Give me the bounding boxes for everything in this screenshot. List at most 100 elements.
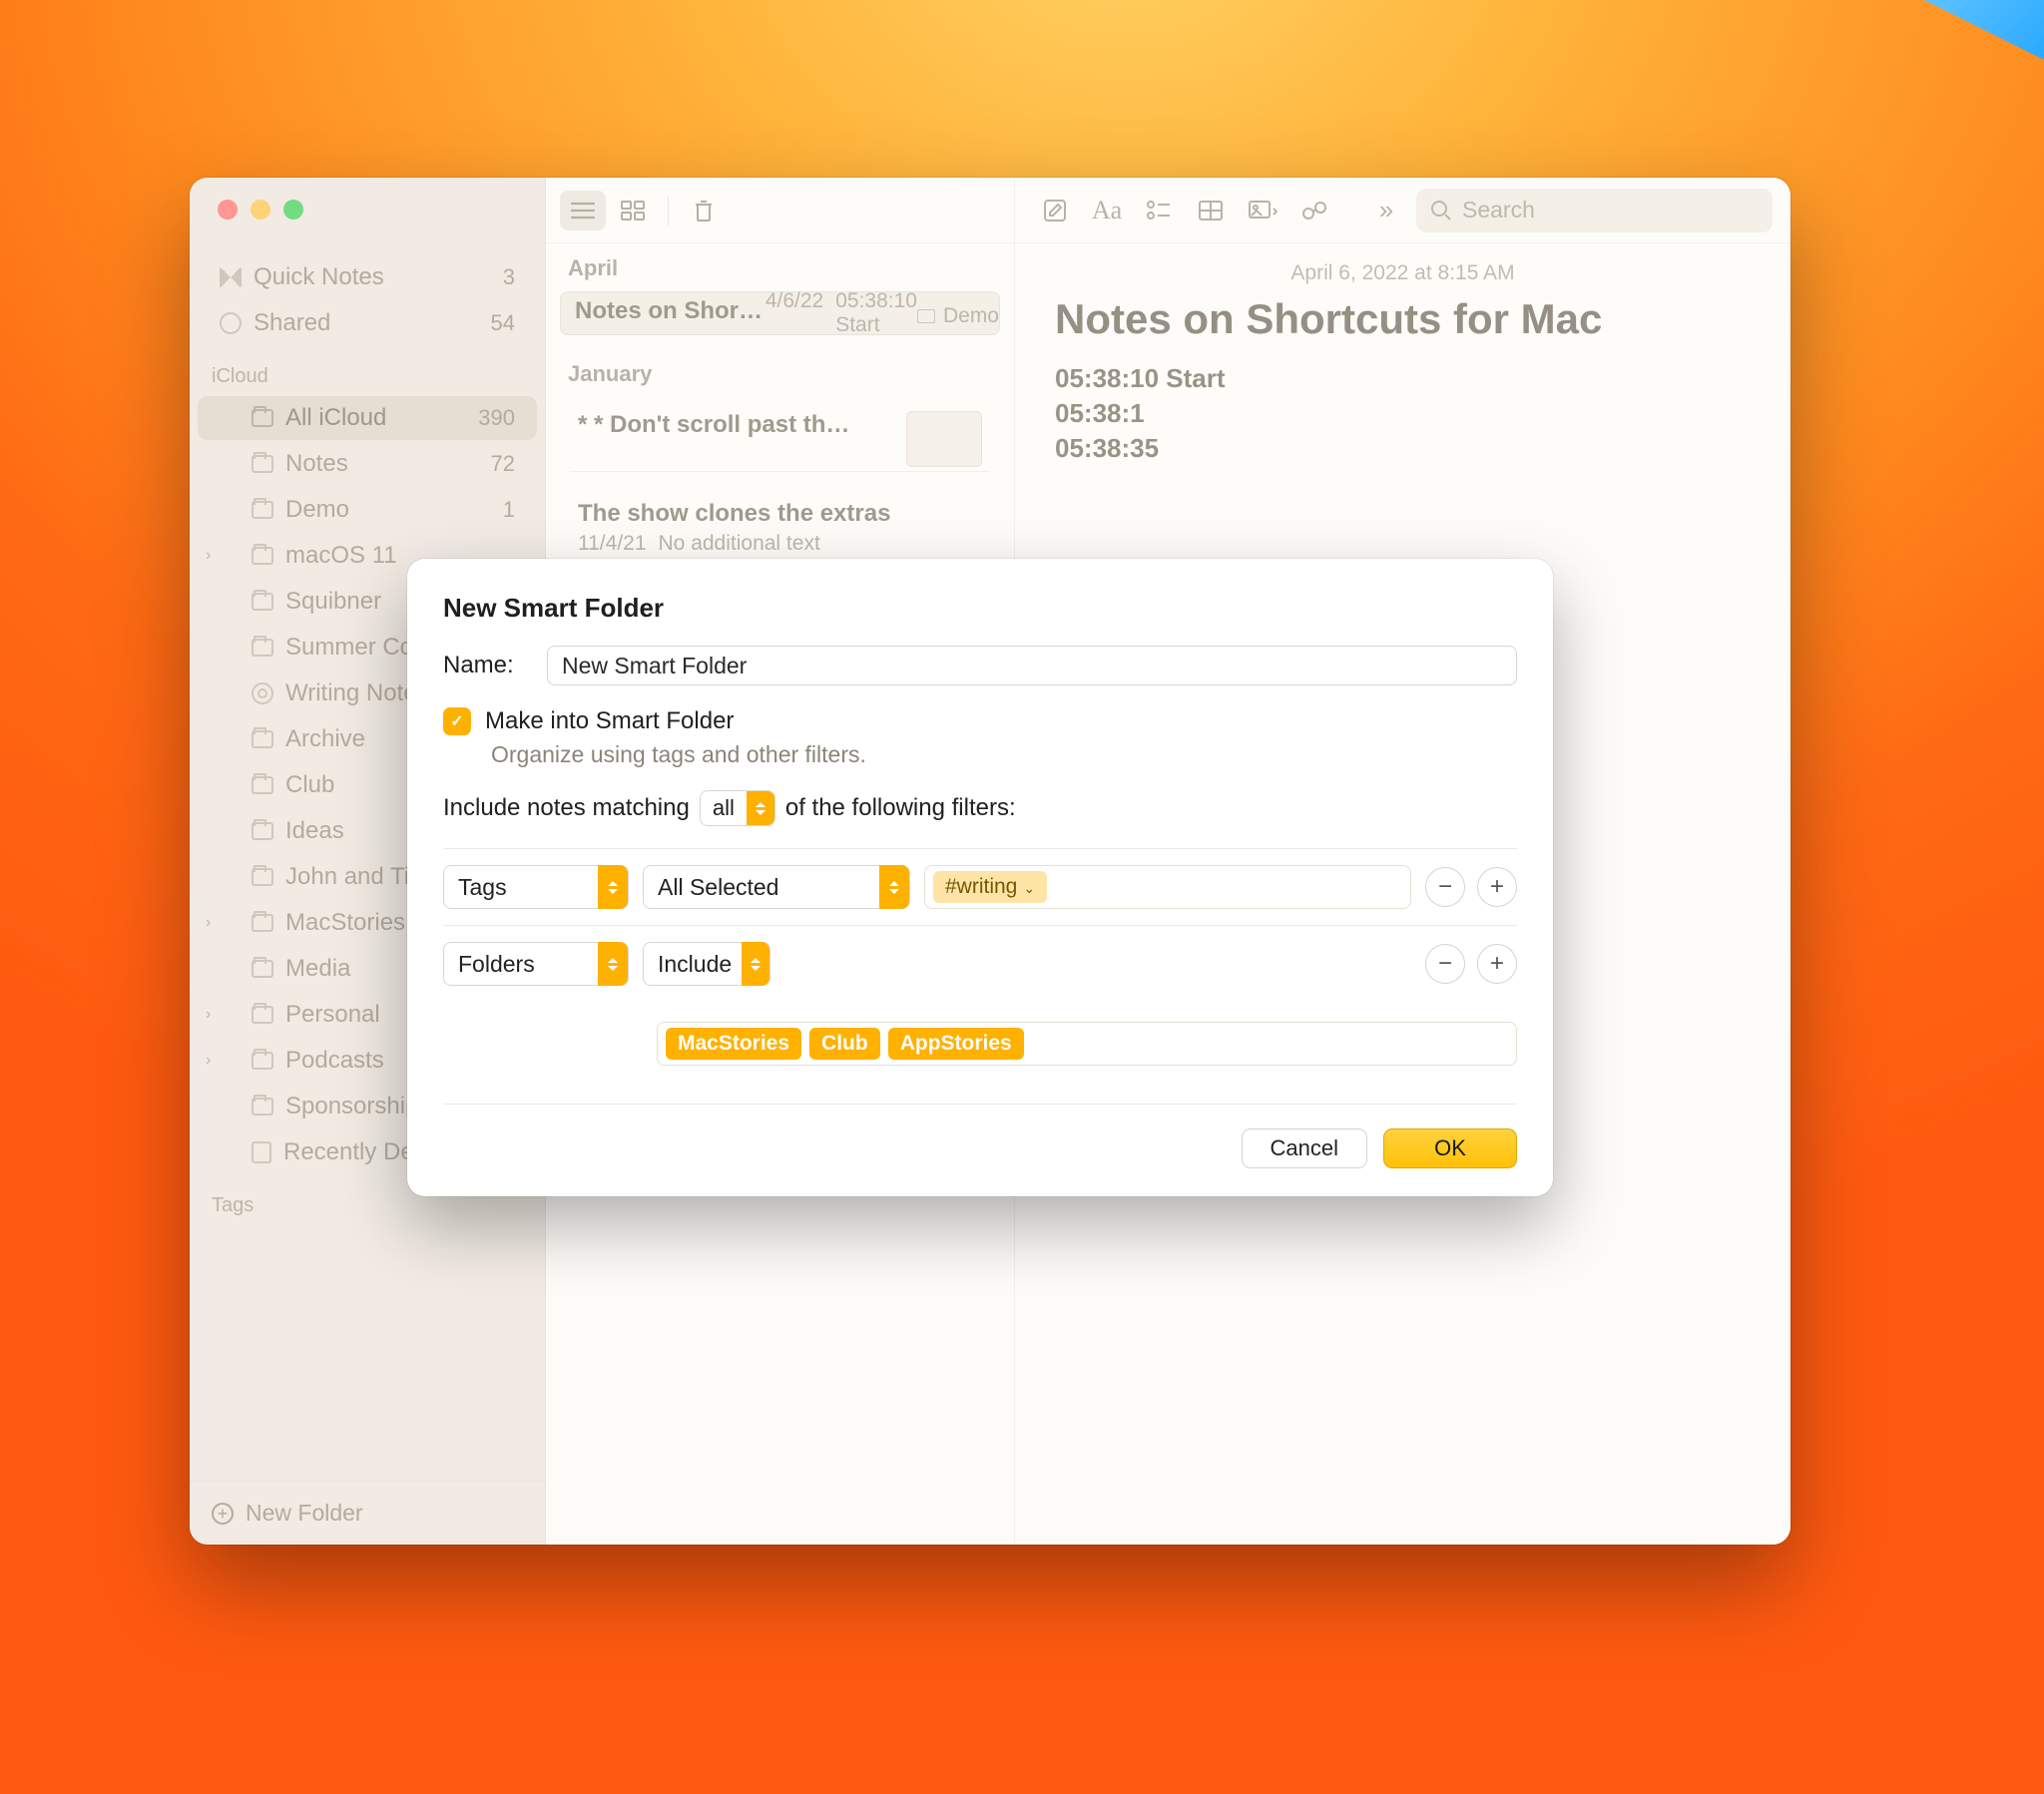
label: Quick Notes — [254, 263, 384, 291]
label: Personal — [285, 1001, 380, 1029]
stepper-icon — [598, 942, 628, 986]
folder-icon — [252, 639, 273, 657]
divider — [570, 471, 990, 472]
note-meta: 11/4/21No additional text — [578, 532, 982, 556]
remove-filter-button[interactable]: − — [1425, 944, 1465, 984]
sidebar-shared[interactable]: Shared 54 — [198, 301, 537, 345]
note-list-item[interactable]: * * Don't scroll past th… — [560, 397, 1000, 457]
note-toolbar: Aa » Search — [1015, 178, 1790, 243]
filter-chip[interactable]: #writing⌄ — [933, 871, 1047, 903]
filter-chip[interactable]: Club — [809, 1028, 880, 1060]
sidebar-item[interactable]: Demo1 — [198, 488, 537, 532]
count: 3 — [503, 264, 515, 290]
folder-icon — [252, 455, 273, 473]
label: Podcasts — [285, 1047, 384, 1075]
chevron-right-icon: › — [206, 1052, 211, 1070]
window-controls — [190, 178, 545, 243]
note-title: The show clones the extras — [578, 500, 982, 528]
separator — [668, 196, 669, 225]
filter-row: Folders Include −+ MacStoriesClubAppStories — [443, 925, 1517, 1082]
label: MacStories — [285, 909, 405, 937]
delete-button[interactable] — [681, 191, 727, 230]
more-button[interactable]: » — [1364, 192, 1408, 229]
folder-icon — [252, 682, 273, 704]
media-button[interactable] — [1241, 192, 1284, 229]
add-filter-button[interactable]: + — [1477, 944, 1517, 984]
cancel-button[interactable]: Cancel — [1242, 1128, 1367, 1168]
format-button[interactable]: Aa — [1085, 192, 1129, 229]
value: Folders — [458, 951, 535, 978]
name-input[interactable] — [547, 646, 1517, 685]
list-view-button[interactable] — [560, 191, 606, 230]
folder-icon — [917, 309, 935, 323]
sidebar-item[interactable]: All iCloud 390 — [198, 396, 537, 440]
filter-values[interactable]: #writing⌄ — [924, 865, 1411, 909]
compose-button[interactable] — [1033, 192, 1077, 229]
label: OK — [1434, 1135, 1466, 1161]
stepper-icon — [742, 942, 769, 986]
sidebar-quick-notes[interactable]: Quick Notes 3 — [198, 255, 537, 299]
notes-month-header: January — [546, 349, 1014, 397]
filter-chip[interactable]: AppStories — [888, 1028, 1024, 1060]
smart-folder-checkbox[interactable]: ✓ — [443, 707, 471, 735]
folder-icon — [252, 1141, 271, 1163]
gallery-view-button[interactable] — [610, 191, 656, 230]
background-extra — [1924, 0, 2044, 60]
list-toolbar — [546, 178, 1014, 243]
folder-icon — [252, 1052, 273, 1070]
stepper-icon — [747, 790, 774, 826]
name-label: Name: — [443, 652, 527, 679]
folder-icon — [252, 409, 273, 427]
new-folder-button[interactable]: + New Folder — [190, 1481, 545, 1545]
filter-op-select[interactable]: Include — [643, 942, 770, 986]
quick-notes-icon — [220, 266, 242, 288]
label: Archive — [285, 725, 365, 753]
sidebar-item[interactable]: Notes72 — [198, 442, 537, 486]
label: Cancel — [1271, 1135, 1338, 1161]
notes-month-header: April — [546, 243, 1014, 291]
folder-icon — [252, 1098, 273, 1116]
match-text-post: of the following filters: — [785, 794, 1016, 822]
link-button[interactable] — [1292, 192, 1336, 229]
search-field[interactable]: Search — [1416, 189, 1773, 232]
filter-op-select[interactable]: All Selected — [643, 865, 910, 909]
checkbox-label: Make into Smart Folder — [485, 707, 734, 735]
folder-icon — [252, 914, 273, 932]
chevron-right-icon: › — [206, 1006, 211, 1024]
match-mode-select[interactable]: all — [700, 790, 775, 826]
note-line: 05:38:10 Start — [1055, 361, 1751, 396]
checklist-button[interactable] — [1137, 192, 1181, 229]
ok-button[interactable]: OK — [1383, 1128, 1517, 1168]
chevron-right-icon: › — [206, 547, 211, 565]
note-list-item[interactable]: Notes on Shortcuts for Mac4/6/2205:38:10… — [560, 291, 1000, 335]
folder-icon — [252, 1006, 273, 1024]
table-button[interactable] — [1189, 192, 1233, 229]
stepper-icon — [879, 865, 909, 909]
value: Include — [658, 951, 732, 978]
label: Ideas — [285, 817, 344, 845]
folder-icon — [252, 547, 273, 565]
count: 54 — [491, 310, 515, 336]
label: Club — [285, 771, 334, 799]
add-filter-button[interactable]: + — [1477, 867, 1517, 907]
filter-chip[interactable]: MacStories — [666, 1028, 801, 1060]
remove-filter-button[interactable]: − — [1425, 867, 1465, 907]
folder-icon — [252, 730, 273, 748]
count: 72 — [491, 451, 515, 477]
chevron-right-icon: › — [206, 914, 211, 932]
search-placeholder: Search — [1462, 197, 1535, 224]
count: 1 — [503, 497, 515, 523]
note-line: 05:38:1 — [1055, 396, 1751, 431]
note-body[interactable]: Notes on Shortcuts for Mac 05:38:10 Star… — [1015, 295, 1790, 466]
filter-values[interactable]: MacStoriesClubAppStories — [657, 1022, 1517, 1066]
filter-field-select[interactable]: Tags — [443, 865, 629, 909]
label: All iCloud — [285, 404, 386, 432]
filter-field-select[interactable]: Folders — [443, 942, 629, 986]
label: New Folder — [246, 1500, 363, 1527]
note-folder: Demo — [917, 304, 999, 328]
zoom-window[interactable] — [283, 200, 303, 220]
minimize-window[interactable] — [251, 200, 270, 220]
filter-row: Tags All Selected #writing⌄ −+ — [443, 848, 1517, 925]
count: 390 — [478, 405, 515, 431]
close-window[interactable] — [218, 200, 238, 220]
